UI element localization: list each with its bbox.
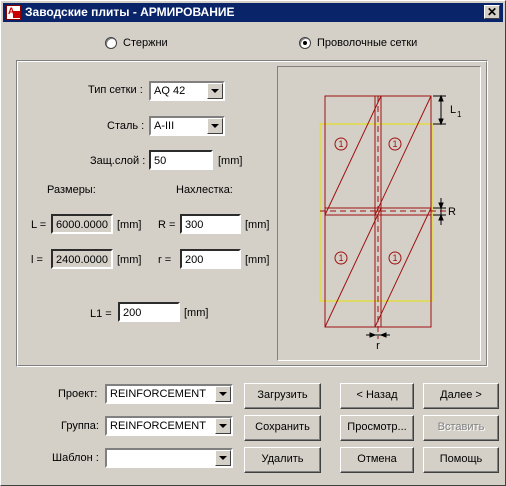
- diagonal-2: [374, 95, 432, 216]
- R-dim-label: R: [448, 206, 456, 218]
- group-select[interactable]: REINFORCEMENT: [105, 416, 233, 436]
- overlap-title: Нахлестка:: [176, 184, 233, 196]
- window-title: Заводские плиты - АРМИРОВАНИЕ: [25, 5, 235, 19]
- group-value: REINFORCEMENT: [110, 420, 206, 432]
- mesh-number-markers: [334, 137, 402, 265]
- L1-input[interactable]: 200: [118, 302, 180, 322]
- radio-bars-label: Стержни: [123, 37, 168, 49]
- diagonal-4: [374, 207, 432, 328]
- back-button[interactable]: < Назад: [340, 383, 414, 409]
- R-label: R =: [158, 219, 176, 231]
- close-button[interactable]: ✕: [484, 5, 500, 19]
- L1-dim-label: L: [450, 104, 456, 116]
- dimensions-title: Размеры:: [47, 184, 96, 196]
- r-unit: [mm]: [245, 254, 270, 266]
- template-label: Шаблон :: [52, 452, 99, 464]
- diagonal-3: [324, 207, 382, 328]
- delete-button[interactable]: Удалить: [244, 447, 321, 473]
- radio-bars-indicator[interactable]: [105, 37, 117, 49]
- preview-button[interactable]: Просмотр...: [340, 415, 414, 441]
- R-input[interactable]: 300: [180, 214, 241, 234]
- l-label: l =: [31, 254, 43, 266]
- steel-select[interactable]: A-III: [149, 116, 225, 136]
- radio-wire-mesh-label: Проволочные сетки: [317, 37, 418, 49]
- project-label: Проект:: [58, 388, 98, 400]
- title-bar: A Заводские плиты - АРМИРОВАНИЕ ✕: [3, 3, 503, 22]
- mesh-type-label: Тип сетки :: [88, 84, 143, 96]
- r-dim-label: r: [376, 340, 380, 352]
- template-select[interactable]: [105, 448, 233, 468]
- help-button[interactable]: Помощь: [423, 447, 499, 473]
- radio-wire-mesh[interactable]: Проволочные сетки: [299, 37, 417, 49]
- cover-unit: [mm]: [218, 155, 243, 167]
- L-label: L =: [31, 219, 47, 231]
- group-label: Группа:: [61, 420, 99, 432]
- radio-wire-mesh-indicator[interactable]: [299, 37, 311, 49]
- mesh-diagram-svg: 1 1 1 1 L 1 R r: [319, 94, 462, 352]
- mesh-type-value: AQ 42: [154, 85, 186, 97]
- load-button[interactable]: Загрузить: [244, 383, 321, 409]
- L-unit: [mm]: [117, 219, 142, 231]
- radio-bars[interactable]: Стержни: [105, 37, 168, 49]
- chevron-down-icon[interactable]: [215, 450, 231, 466]
- R-unit: [mm]: [245, 219, 270, 231]
- project-value: REINFORCEMENT: [110, 388, 206, 400]
- save-button[interactable]: Сохранить: [244, 415, 321, 441]
- cover-input[interactable]: 50: [149, 150, 213, 170]
- mesh-type-select[interactable]: AQ 42: [149, 81, 225, 101]
- cancel-button[interactable]: Отмена: [340, 447, 414, 473]
- l-field: 2400.0000: [51, 249, 113, 269]
- marker-label: 1: [338, 253, 343, 263]
- marker-label: 1: [392, 139, 397, 149]
- chevron-down-icon[interactable]: [215, 386, 231, 402]
- project-select[interactable]: REINFORCEMENT: [105, 384, 233, 404]
- app-icon: A: [6, 5, 21, 20]
- steel-value: A-III: [154, 120, 175, 132]
- marker-label: 1: [338, 139, 343, 149]
- L-field: 6000.0000: [51, 214, 113, 234]
- steel-label: Сталь :: [107, 120, 145, 132]
- cover-label: Защ.слой :: [90, 155, 146, 167]
- marker-label: 1: [392, 253, 397, 263]
- chevron-down-icon[interactable]: [207, 83, 223, 99]
- l-unit: [mm]: [117, 254, 142, 266]
- dialog-window: A Заводские плиты - АРМИРОВАНИЕ ✕ Стержн…: [0, 0, 506, 486]
- L1-dim-subscript: 1: [457, 110, 462, 119]
- chevron-down-icon[interactable]: [215, 418, 231, 434]
- r-input[interactable]: 200: [180, 249, 241, 269]
- insert-button[interactable]: Вставить: [423, 415, 499, 441]
- chevron-down-icon[interactable]: [207, 118, 223, 134]
- L1-label: L1 =: [90, 308, 112, 320]
- L1-dimension: [433, 94, 446, 126]
- mesh-diagram: 1 1 1 1 L 1 R r: [277, 66, 481, 361]
- diagonal-1: [324, 95, 382, 216]
- L1-unit: [mm]: [184, 307, 209, 319]
- next-button[interactable]: Далее >: [423, 383, 499, 409]
- r-label: r =: [158, 254, 172, 266]
